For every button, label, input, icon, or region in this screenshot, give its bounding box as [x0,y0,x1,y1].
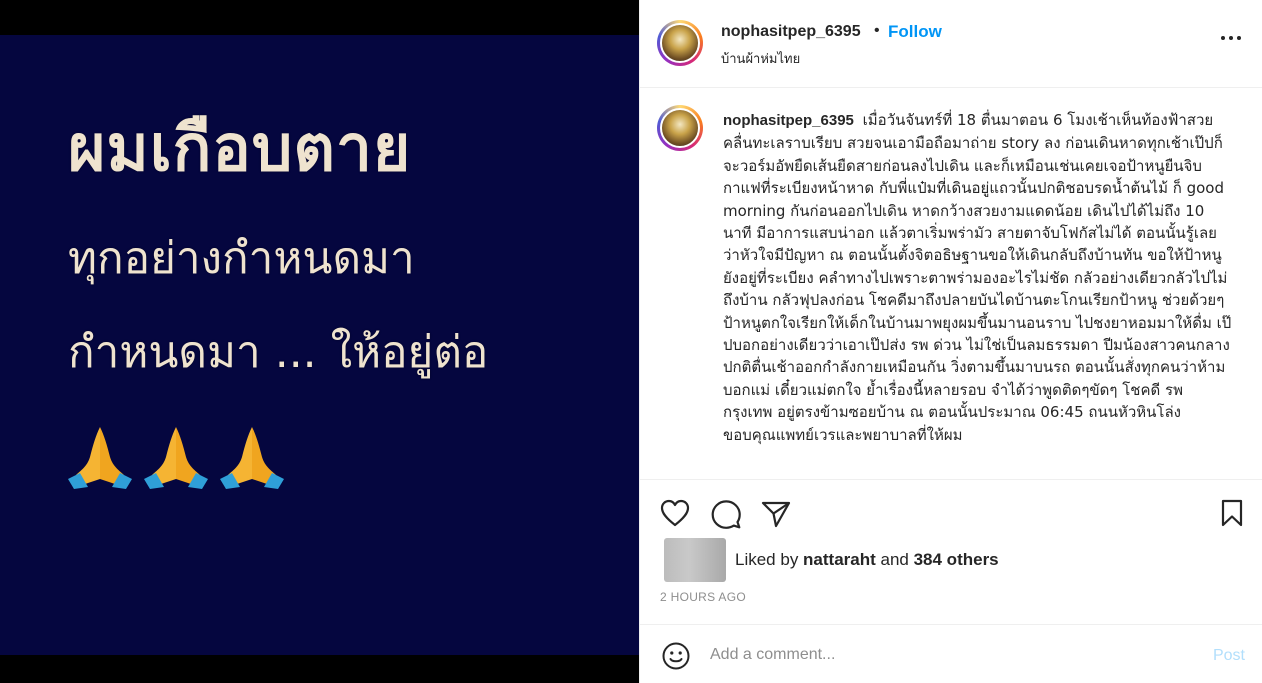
post-media[interactable]: ผมเกือบตาย ทุกอย่างกำหนดมา กำหนดมา ... ใ… [0,0,639,683]
emoji-icon[interactable] [661,641,691,676]
prayer-hands-icon [220,427,284,489]
post-image: ผมเกือบตาย ทุกอย่างกำหนดมา กำหนดมา ... ใ… [0,35,639,655]
likes-prefix: Liked by [735,550,804,569]
post-timestamp[interactable]: 2 HOURS AGO [660,590,746,604]
liker-username[interactable]: nattaraht [803,550,876,569]
likes-middle: and [875,550,914,569]
caption: nophasitpep_6395 เมื่อวันจันทร์ที่ 18 ตื… [723,109,1233,446]
liker-avatar[interactable] [664,538,726,582]
image-text-line-3: กำหนดมา ... ให้อยู่ต่อ [68,327,489,378]
prayer-hands-icon [68,427,132,489]
comment-icon[interactable] [711,499,741,529]
heart-icon[interactable] [660,499,690,527]
post-header: nophasitpep_6395 • Follow บ้านผ้าห่มไทย [640,0,1262,88]
likes-summary[interactable]: Liked by nattaraht and 384 others [664,538,999,582]
location-link[interactable]: บ้านผ้าห่มไทย [721,48,800,69]
more-options-icon[interactable] [1221,36,1241,40]
likes-others-link[interactable]: 384 others [914,550,999,569]
avatar[interactable] [657,20,703,66]
image-text-line-2: ทุกอย่างกำหนดมา [68,233,415,284]
comment-bar: Post [640,626,1262,683]
share-icon[interactable] [761,500,791,528]
caption-avatar[interactable] [657,105,703,151]
prayer-hands-icon [144,427,208,489]
prayer-hands-row [66,423,286,489]
comment-input[interactable] [710,640,1170,670]
bookmark-icon[interactable] [1220,499,1244,527]
separator-dot: • [874,22,880,39]
post-side-panel: nophasitpep_6395 • Follow บ้านผ้าห่มไทย … [639,0,1262,683]
caption-scroll-area[interactable]: nophasitpep_6395 เมื่อวันจันทร์ที่ 18 ตื… [640,89,1262,479]
header-username[interactable]: nophasitpep_6395 [721,23,861,41]
follow-button[interactable]: Follow [888,22,942,42]
likes-text[interactable]: Liked by nattaraht and 384 others [735,550,999,570]
post-comment-button[interactable]: Post [1213,647,1245,665]
caption-username[interactable]: nophasitpep_6395 [723,112,854,129]
caption-text: เมื่อวันจันทร์ที่ 18 ตื่นมาตอน 6 โมงเช้า… [723,111,1232,444]
image-text-line-1: ผมเกือบตาย [68,112,412,186]
post-actions: Liked by nattaraht and 384 others 2 HOUR… [640,479,1262,625]
